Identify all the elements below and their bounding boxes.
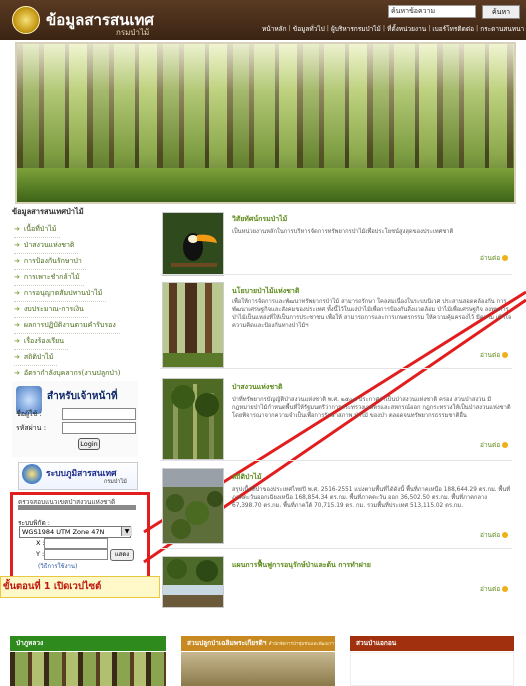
box-image-agon-forest: [350, 652, 514, 686]
article-text: เพื่อให้การจัดการและพัฒนาทรัพยากรป่าไม้ …: [232, 299, 512, 329]
divider: [160, 274, 512, 275]
article-thumbnail-reserved-forest[interactable]: [162, 378, 224, 460]
article-thumbnail-check-dam[interactable]: [162, 556, 224, 608]
arrow-circle-icon: [502, 586, 509, 592]
read-more-label: อ่านต่อ: [480, 531, 501, 539]
box-header-plantation-title: สวนปลูกป่าเฉลิมพระเกียรติฯ: [187, 639, 267, 647]
read-more-link[interactable]: อ่านต่อ: [480, 350, 509, 360]
arrow-circle-icon: [502, 532, 509, 538]
read-more-link[interactable]: อ่านต่อ: [480, 253, 509, 263]
arrow-circle-icon: [502, 255, 509, 261]
read-more-label: อ่านต่อ: [480, 351, 501, 359]
article-text: ป่าที่ทรัพยากรบัญญัติป่าสงวนแห่งชาติ พ.ศ…: [232, 397, 511, 419]
divider: [160, 548, 512, 549]
article-text: เป็นหน่วยงานหลักในการบริหารจัดการทรัพยาก…: [232, 229, 454, 235]
red-pointer-lines: [143, 290, 526, 564]
article-text: สรุปเนื้อที่ป่าของประเทศไทยปี พ.ศ. 2516-…: [232, 487, 511, 509]
article-title[interactable]: วิสัยทัศน์กรมป่าไม้: [232, 214, 287, 225]
box-header-plantation[interactable]: สวนปลูกป่าเฉลิมพระเกียรติฯ สำนักจัดการป่…: [181, 636, 335, 651]
read-more-label: อ่านต่อ: [480, 585, 501, 593]
article-title[interactable]: แผนการฟื้นฟูการอนุรักษ์ป่าและต้น การทำฝา…: [232, 560, 371, 571]
read-more-link[interactable]: อ่านต่อ: [480, 530, 509, 540]
article-thumbnail-aerial-forest[interactable]: [162, 468, 224, 544]
article-title[interactable]: สถิติป่าไม้: [232, 472, 262, 483]
read-more-label: อ่านต่อ: [480, 441, 501, 449]
box-image-plantation[interactable]: [181, 652, 335, 686]
article-title[interactable]: ป่าสงวนแห่งชาติ: [232, 382, 283, 393]
arrow-circle-icon: [502, 442, 509, 448]
box-header-agon-forest[interactable]: สวนป่าแอกอน: [350, 636, 514, 651]
divider: [160, 368, 512, 369]
box-image-phu-luang[interactable]: [10, 652, 166, 686]
box-header-phu-luang[interactable]: ป่าภูหลวง: [10, 636, 166, 651]
arrow-circle-icon: [502, 352, 509, 358]
article-thumbnail-toucan[interactable]: [162, 212, 224, 276]
article-title[interactable]: นโยบายป่าไม้แห่งชาติ: [232, 286, 299, 297]
divider: [160, 460, 512, 461]
read-more-link[interactable]: อ่านต่อ: [480, 584, 509, 594]
article-thumbnail-forest[interactable]: [162, 282, 224, 368]
read-more-label: อ่านต่อ: [480, 254, 501, 262]
read-more-link[interactable]: อ่านต่อ: [480, 440, 509, 450]
box-header-plantation-subtitle: สำนักจัดการป่าชุมชนและพัฒนาฯ: [268, 642, 334, 647]
